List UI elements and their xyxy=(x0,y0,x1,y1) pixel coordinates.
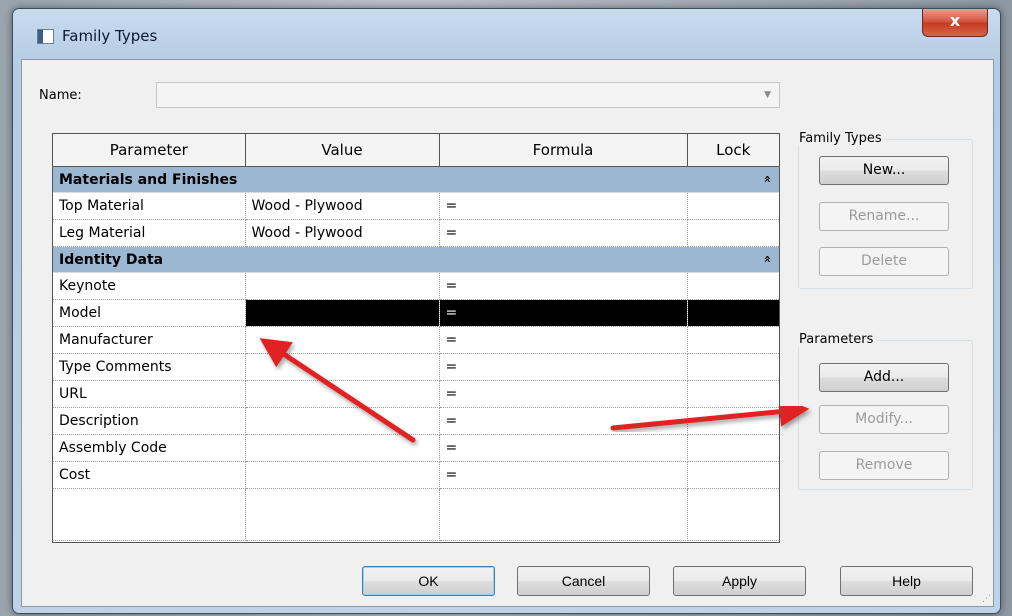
value-cell[interactable] xyxy=(245,434,440,462)
remove-parameter-button[interactable]: Remove xyxy=(819,451,949,480)
lock-cell[interactable] xyxy=(687,326,779,354)
lock-cell[interactable] xyxy=(687,434,779,462)
collapse-icon[interactable]: » xyxy=(760,255,774,263)
lock-cell[interactable] xyxy=(687,407,779,435)
rename-type-button[interactable]: Rename... xyxy=(819,202,949,231)
table-row[interactable]: URL = xyxy=(53,380,779,408)
parameters-group: Parameters Add... Modify... Remove xyxy=(796,332,973,490)
parameter-cell: Manufacturer xyxy=(53,326,246,354)
table-row[interactable]: Description = xyxy=(53,407,779,435)
column-header-formula[interactable]: Formula xyxy=(439,134,688,167)
name-label: Name: xyxy=(39,88,82,103)
group-header-identity[interactable]: Identity Data » xyxy=(53,246,779,273)
parameter-cell: Description xyxy=(53,407,246,435)
value-cell[interactable] xyxy=(245,272,440,300)
lock-cell[interactable] xyxy=(687,192,779,220)
value-cell[interactable] xyxy=(245,407,440,435)
table-row-selected[interactable]: Model = xyxy=(53,299,779,327)
lock-cell[interactable] xyxy=(687,380,779,408)
table-row[interactable]: Leg Material Wood - Plywood = xyxy=(53,219,779,247)
collapse-icon[interactable]: » xyxy=(760,175,774,183)
value-cell[interactable] xyxy=(245,326,440,354)
chevron-down-icon[interactable]: ▼ xyxy=(764,90,771,100)
cancel-button[interactable]: Cancel xyxy=(517,566,650,596)
add-parameter-button[interactable]: Add... xyxy=(819,363,949,392)
table-row[interactable]: Cost = xyxy=(53,461,779,489)
table-row[interactable]: Type Comments = xyxy=(53,353,779,381)
value-cell[interactable] xyxy=(245,380,440,408)
help-button[interactable]: Help xyxy=(840,566,973,596)
name-dropdown[interactable]: ▼ xyxy=(156,82,780,108)
empty-row xyxy=(53,488,779,541)
delete-type-button[interactable]: Delete xyxy=(819,247,949,276)
resize-grip-icon[interactable]: ⋰ xyxy=(982,594,991,604)
new-type-button[interactable]: New... xyxy=(819,156,949,185)
formula-cell[interactable]: = xyxy=(439,380,688,408)
parameter-cell: Cost xyxy=(53,461,246,489)
formula-cell[interactable]: = xyxy=(439,434,688,462)
formula-cell[interactable]: = xyxy=(439,272,688,300)
ok-button[interactable]: OK xyxy=(362,566,495,596)
formula-cell[interactable]: = xyxy=(439,353,688,381)
parameters-grid: Parameter Value Formula Lock Materials a… xyxy=(52,133,780,543)
parameter-cell: URL xyxy=(53,380,246,408)
dialog-body: Name: ▼ Parameter Value Formula Lock Mat… xyxy=(21,59,994,607)
window-icon xyxy=(37,29,54,44)
lock-cell[interactable] xyxy=(687,219,779,247)
group-title: Identity Data xyxy=(59,251,164,268)
column-header-lock[interactable]: Lock xyxy=(687,134,779,167)
table-row[interactable]: Assembly Code = xyxy=(53,434,779,462)
formula-cell[interactable]: = xyxy=(439,219,688,247)
parameter-cell: Keynote xyxy=(53,272,246,300)
title-bar[interactable]: Family Types x xyxy=(13,9,1000,59)
group-title: Materials and Finishes xyxy=(59,171,238,188)
lock-cell[interactable] xyxy=(687,272,779,300)
column-header-value[interactable]: Value xyxy=(245,134,440,167)
value-cell[interactable] xyxy=(245,299,440,327)
value-cell[interactable]: Wood - Plywood xyxy=(245,192,440,220)
parameter-cell: Leg Material xyxy=(53,219,246,247)
apply-button[interactable]: Apply xyxy=(673,566,806,596)
table-row[interactable]: Top Material Wood - Plywood = xyxy=(53,192,779,220)
family-types-dialog: Family Types x Name: ▼ Parameter Value F… xyxy=(12,8,1001,614)
formula-cell[interactable]: = xyxy=(439,326,688,354)
lock-cell[interactable] xyxy=(687,461,779,489)
parameter-cell: Assembly Code xyxy=(53,434,246,462)
lock-cell[interactable] xyxy=(687,353,779,381)
family-types-group: Family Types New... Rename... Delete xyxy=(796,131,973,289)
value-cell[interactable] xyxy=(245,353,440,381)
formula-cell[interactable]: = xyxy=(439,299,688,327)
value-cell[interactable]: Wood - Plywood xyxy=(245,219,440,247)
value-cell[interactable] xyxy=(245,461,440,489)
parameter-cell: Top Material xyxy=(53,192,246,220)
group-header-materials[interactable]: Materials and Finishes » xyxy=(53,166,779,193)
lock-cell[interactable] xyxy=(687,299,779,327)
table-row[interactable]: Keynote = xyxy=(53,272,779,300)
table-row[interactable]: Manufacturer = xyxy=(53,326,779,354)
parameter-cell: Model xyxy=(53,299,246,327)
formula-cell[interactable]: = xyxy=(439,461,688,489)
window-title: Family Types xyxy=(62,27,158,45)
family-types-group-label: Family Types xyxy=(796,131,885,146)
formula-cell[interactable]: = xyxy=(439,192,688,220)
parameter-cell: Type Comments xyxy=(53,353,246,381)
parameters-group-label: Parameters xyxy=(796,332,877,347)
column-header-parameter[interactable]: Parameter xyxy=(53,134,246,167)
formula-cell[interactable]: = xyxy=(439,407,688,435)
close-button[interactable]: x xyxy=(922,9,988,37)
modify-parameter-button[interactable]: Modify... xyxy=(819,405,949,434)
